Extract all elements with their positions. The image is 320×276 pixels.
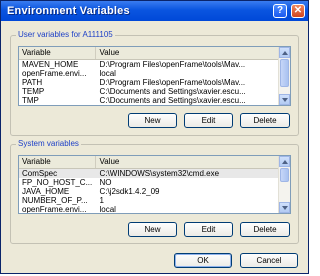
title-bar[interactable]: Environment Variables ? ✕ — [1, 1, 308, 21]
user-edit-button[interactable]: Edit — [184, 113, 233, 128]
chevron-up-icon — [282, 160, 288, 164]
scroll-up-button[interactable] — [279, 47, 290, 58]
table-row[interactable]: MAVEN_HOME D:\Program Files\openFrame\to… — [19, 60, 290, 69]
value-cell: C:\Documents and Settings\xavier.escu... — [99, 96, 246, 105]
user-variables-group: User variables for A111105 Variable Valu… — [10, 29, 299, 136]
variable-cell: openFrame.envi... — [22, 69, 87, 78]
close-button[interactable]: ✕ — [291, 4, 305, 18]
value-cell: C:\WINDOWS\system32\cmd.exe — [99, 169, 220, 178]
variable-cell: FP_NO_HOST_C... — [22, 178, 93, 187]
table-row[interactable]: FP_NO_HOST_C... NO — [19, 178, 290, 187]
value-cell: NO — [99, 178, 112, 187]
system-list-header: Variable Value — [19, 156, 290, 169]
table-row[interactable]: ComSpec C:\WINDOWS\system32\cmd.exe — [19, 169, 290, 178]
value-cell: local — [99, 205, 116, 214]
user-variables-label: User variables for A111105 — [16, 29, 115, 41]
variable-cell: ComSpec — [22, 169, 58, 178]
table-row[interactable]: PATH D:\Program Files\openFrame\tools\Ma… — [19, 78, 290, 87]
variable-cell: JAVA_HOME — [22, 187, 70, 196]
system-new-button[interactable]: New — [128, 222, 177, 237]
user-variables-list[interactable]: Variable Value MAVEN_HOME D:\Program Fil… — [18, 46, 291, 106]
system-list-scrollbar[interactable] — [278, 156, 290, 213]
environment-variables-window: Environment Variables ? ✕ User variables… — [0, 0, 309, 274]
table-row[interactable]: JAVA_HOME C:\j2sdk1.4.2_09 — [19, 187, 290, 196]
system-variables-group: System variables Variable Value ComSpec … — [10, 138, 299, 244]
table-row[interactable]: openFrame.envi... local — [19, 205, 290, 214]
user-variables-label-text: User variables for A111105 — [18, 30, 113, 39]
variable-cell: TMP — [22, 96, 39, 105]
variable-cell: TEMP — [22, 87, 45, 96]
column-header-variable[interactable]: Variable — [19, 47, 97, 59]
scroll-down-button[interactable] — [279, 202, 290, 213]
value-cell: C:\j2sdk1.4.2_09 — [99, 187, 160, 196]
help-icon: ? — [276, 5, 284, 16]
value-cell: D:\Program Files\openFrame\tools\Mav... — [99, 78, 246, 87]
user-delete-button[interactable]: Delete — [240, 113, 290, 128]
value-cell: 1 — [99, 196, 104, 205]
user-new-button[interactable]: New — [128, 113, 177, 128]
column-header-variable[interactable]: Variable — [19, 156, 97, 168]
column-header-value[interactable]: Value — [96, 47, 290, 59]
system-variables-list[interactable]: Variable Value ComSpec C:\WINDOWS\system… — [18, 155, 291, 214]
system-edit-button[interactable]: Edit — [184, 222, 233, 237]
table-row[interactable]: openFrame.envi... local — [19, 69, 290, 78]
scroll-up-button[interactable] — [279, 156, 290, 167]
window-title: Environment Variables — [7, 5, 130, 17]
scrollbar-thumb[interactable] — [280, 168, 289, 182]
chevron-up-icon — [282, 51, 288, 55]
chevron-down-icon — [282, 98, 288, 102]
chevron-down-icon — [282, 206, 288, 210]
system-delete-button[interactable]: Delete — [240, 222, 290, 237]
table-row[interactable]: TEMP C:\Documents and Settings\xavier.es… — [19, 87, 290, 96]
value-cell: local — [99, 69, 116, 78]
variable-cell: openFrame.envi... — [22, 205, 87, 214]
scrollbar-thumb[interactable] — [280, 59, 289, 87]
column-header-value[interactable]: Value — [96, 156, 290, 168]
system-variables-label: System variables — [16, 138, 81, 150]
value-cell: C:\Documents and Settings\xavier.escu... — [99, 87, 246, 96]
scroll-down-button[interactable] — [279, 94, 290, 105]
variable-cell: PATH — [22, 78, 43, 87]
variable-cell: NUMBER_OF_P... — [22, 196, 88, 205]
value-cell: D:\Program Files\openFrame\tools\Mav... — [99, 60, 246, 69]
cancel-button[interactable]: Cancel — [240, 253, 298, 268]
table-row[interactable]: TMP C:\Documents and Settings\xavier.esc… — [19, 96, 290, 105]
table-row[interactable]: NUMBER_OF_P... 1 — [19, 196, 290, 205]
user-list-scrollbar[interactable] — [278, 47, 290, 105]
close-icon: ✕ — [293, 5, 303, 16]
ok-button[interactable]: OK — [174, 253, 232, 268]
variable-cell: MAVEN_HOME — [22, 60, 79, 69]
help-button[interactable]: ? — [273, 4, 287, 18]
user-list-header: Variable Value — [19, 47, 290, 60]
